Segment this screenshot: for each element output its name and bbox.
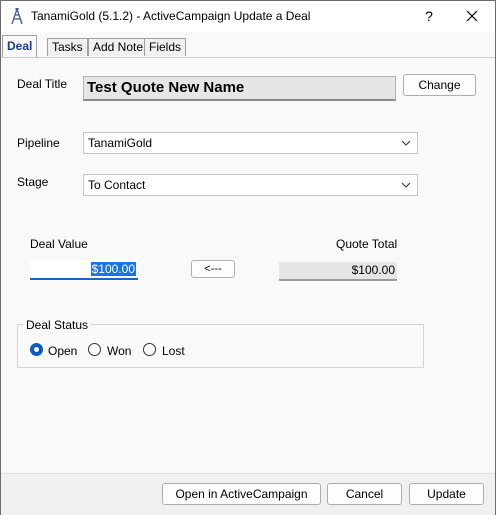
tab-add-note[interactable]: Add Note [88, 38, 149, 56]
dialog-window: TanamiGold (5.1.2) - ActiveCampaign Upda… [0, 0, 496, 515]
change-button[interactable]: Change [403, 74, 476, 96]
pipeline-value: TanamiGold [88, 136, 153, 150]
deal-value-input[interactable]: $100.00 [30, 260, 138, 280]
close-icon[interactable] [449, 1, 495, 32]
chevron-down-icon [401, 182, 411, 188]
window-title: TanamiGold (5.1.2) - ActiveCampaign Upda… [31, 9, 311, 23]
quote-total-label: Quote Total [336, 237, 398, 251]
tab-tasks[interactable]: Tasks [47, 38, 88, 56]
deal-value-text: $100.00 [90, 262, 136, 276]
update-button[interactable]: Update [409, 483, 484, 505]
button-bar: Open in ActiveCampaign Cancel Update [1, 473, 495, 515]
status-lost-radio[interactable] [143, 343, 156, 356]
deal-title-field: Test Quote New Name [83, 76, 396, 101]
status-won-radio[interactable] [88, 343, 101, 356]
title-bar[interactable]: TanamiGold (5.1.2) - ActiveCampaign Upda… [1, 1, 495, 32]
open-in-activecampaign-button[interactable]: Open in ActiveCampaign [162, 483, 321, 505]
stage-label: Stage [17, 175, 49, 189]
stage-select[interactable]: To Contact [83, 174, 418, 196]
stage-value: To Contact [88, 178, 146, 192]
chevron-down-icon [401, 140, 411, 146]
deal-title-label: Deal Title [17, 77, 68, 91]
app-icon [11, 8, 23, 25]
status-open-label[interactable]: Open [48, 344, 77, 358]
status-lost-label[interactable]: Lost [162, 344, 185, 358]
status-open-radio[interactable] [30, 343, 43, 356]
deal-status-label: Deal Status [23, 318, 92, 332]
pipeline-select[interactable]: TanamiGold [83, 132, 418, 154]
status-won-label[interactable]: Won [107, 344, 131, 358]
tab-deal[interactable]: Deal [2, 35, 38, 57]
deal-value-label: Deal Value [30, 237, 88, 251]
quote-total-field: $100.00 [279, 262, 397, 281]
tab-fields[interactable]: Fields [144, 38, 187, 56]
copy-total-button[interactable]: <--- [191, 260, 235, 278]
help-button[interactable]: ? [409, 1, 449, 32]
pipeline-label: Pipeline [17, 136, 60, 150]
tab-strip: Deal Tasks Add Note Fields [1, 35, 495, 58]
cancel-button[interactable]: Cancel [327, 483, 402, 505]
